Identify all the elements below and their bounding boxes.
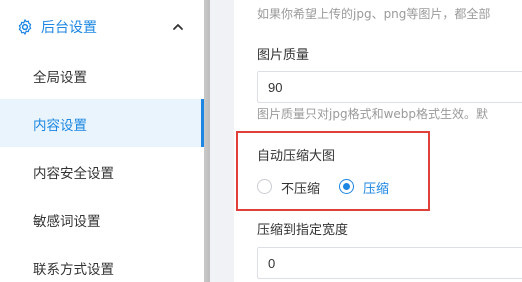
upload-format-hint: 如果你希望上传的jpg、png等图片，都全部 (257, 7, 491, 21)
sidebar-item-global-settings[interactable]: 全局设置 (0, 51, 204, 99)
sidebar-item-content-settings[interactable]: 内容设置 (0, 99, 204, 147)
compress-width-input[interactable] (257, 247, 522, 279)
sidebar-group-admin-settings[interactable]: 后台设置 (0, 6, 204, 50)
sidebar-group-title: 后台设置 (41, 20, 97, 36)
sidebar-item-sensitive-words-settings[interactable]: 敏感词设置 (0, 195, 204, 243)
sidebar: 后台设置 全局设置 内容设置 内容安全设置 敏感词设置 联系方式设置 (0, 0, 204, 282)
compress-label[interactable]: 压缩 (363, 178, 389, 197)
sidebar-item-label: 敏感词设置 (33, 214, 101, 230)
sidebar-item-contact-settings[interactable]: 联系方式设置 (0, 243, 204, 282)
sidebar-item-label: 内容安全设置 (33, 166, 114, 182)
highlight-box (236, 131, 430, 211)
no-compress-label[interactable]: 不压缩 (281, 178, 320, 197)
compress-radio[interactable] (339, 179, 354, 194)
no-compress-radio[interactable] (257, 179, 272, 194)
sidebar-item-label: 内容设置 (33, 118, 87, 134)
sidebar-item-label: 联系方式设置 (33, 262, 114, 278)
image-quality-hint: 图片质量只对jpg格式和webp格式生效。默 (257, 107, 489, 121)
auto-compress-label: 自动压缩大图 (257, 149, 336, 164)
gear-icon (18, 19, 32, 35)
compress-width-label: 压缩到指定宽度 (257, 223, 349, 238)
chevron-up-icon[interactable] (172, 21, 184, 33)
sidebar-item-content-security-settings[interactable]: 内容安全设置 (0, 147, 204, 195)
content-gutter (210, 0, 234, 282)
image-quality-input[interactable] (257, 71, 522, 103)
image-quality-label: 图片质量 (257, 48, 310, 63)
sidebar-item-label: 全局设置 (33, 70, 87, 86)
